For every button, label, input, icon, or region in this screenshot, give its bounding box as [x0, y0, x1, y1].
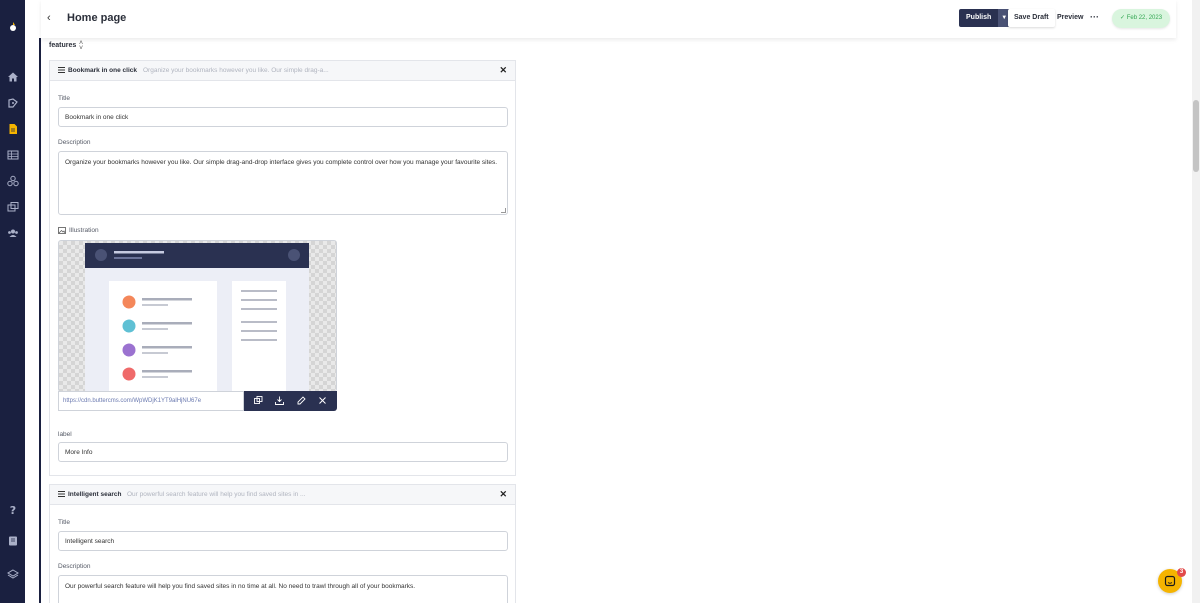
- image-icon: [58, 227, 66, 234]
- chevron-left-icon: ‹: [47, 12, 51, 24]
- title-label: Title: [58, 519, 71, 526]
- card-preview-text: Organize your bookmarks however you like…: [143, 67, 329, 74]
- media-icon[interactable]: [6, 200, 19, 213]
- pages-icon[interactable]: [6, 122, 19, 135]
- copy-icon[interactable]: [253, 395, 265, 407]
- stack-icon[interactable]: [6, 567, 19, 580]
- title-label: Title: [58, 95, 71, 102]
- section-indicator-line: [39, 38, 41, 603]
- svg-text:?: ?: [9, 504, 15, 516]
- edit-icon[interactable]: [295, 395, 307, 407]
- label-input[interactable]: More Info: [58, 442, 508, 462]
- card-preview-text: Our powerful search feature will help yo…: [127, 491, 306, 498]
- collections-icon[interactable]: [6, 148, 19, 161]
- scrollbar-thumb[interactable]: [1193, 100, 1199, 172]
- components-icon[interactable]: [6, 174, 19, 187]
- caret-down-icon: ▼: [1001, 15, 1008, 21]
- title-input[interactable]: Bookmark in one click: [58, 107, 508, 127]
- users-icon[interactable]: [6, 226, 19, 239]
- illustration-label: Illustration: [69, 227, 99, 234]
- description-textarea[interactable]: Organize your bookmarks however you like…: [58, 151, 508, 215]
- help-icon[interactable]: ?: [6, 503, 19, 516]
- home-icon[interactable]: [6, 70, 19, 83]
- description-label: Description: [58, 139, 91, 146]
- back-button[interactable]: ‹: [47, 12, 59, 24]
- illustration-image: [85, 243, 309, 391]
- page-title: Home page: [67, 12, 127, 24]
- status-badge: ✓ Feb 22, 2023: [1112, 9, 1171, 28]
- remove-card-button[interactable]: ✕: [499, 65, 507, 76]
- description-textarea[interactable]: Our powerful search feature will help yo…: [58, 575, 508, 603]
- label-field-label: label: [58, 431, 72, 438]
- more-options-button[interactable]: ···: [1090, 9, 1099, 27]
- scrollbar[interactable]: [1192, 0, 1200, 603]
- remove-card-button[interactable]: ✕: [499, 489, 507, 500]
- description-text: Our powerful search feature will help yo…: [65, 583, 416, 590]
- illustration-url[interactable]: https://cdn.buttercms.com/WpWDjK1YT9alHj…: [58, 391, 244, 411]
- chat-icon: [1164, 575, 1176, 587]
- publish-button[interactable]: Publish: [959, 9, 999, 27]
- publish-group: Publish ▼: [959, 9, 1011, 27]
- sort-icon[interactable]: ˄ ˅: [79, 40, 83, 52]
- drag-handle-icon[interactable]: [58, 67, 65, 73]
- download-icon[interactable]: [274, 396, 286, 407]
- card-header[interactable]: Intelligent search Our powerful search f…: [50, 485, 515, 505]
- description-label: Description: [58, 563, 91, 570]
- card-title: Bookmark in one click: [68, 67, 137, 74]
- preview-button[interactable]: Preview: [1057, 9, 1083, 27]
- check-icon: ✓: [1120, 15, 1126, 21]
- feature-card: Intelligent search Our powerful search f…: [49, 484, 516, 603]
- section-label: features: [49, 42, 77, 49]
- card-header[interactable]: Bookmark in one click Organize your book…: [50, 61, 515, 81]
- close-icon[interactable]: [316, 396, 328, 407]
- resize-handle[interactable]: [501, 208, 506, 213]
- title-input[interactable]: Intelligent search: [58, 531, 508, 551]
- notification-badge: 3: [1177, 568, 1186, 577]
- page-header: ‹ Home page Publish ▼ Save Draft Preview…: [41, 0, 1176, 38]
- image-toolbar: [244, 391, 337, 411]
- description-text: Organize your bookmarks however you like…: [65, 159, 498, 166]
- logo-icon[interactable]: [6, 20, 19, 33]
- drag-handle-icon[interactable]: [58, 491, 65, 497]
- blog-icon[interactable]: [6, 96, 19, 109]
- save-draft-button[interactable]: Save Draft: [1008, 9, 1055, 27]
- docs-icon[interactable]: [6, 534, 19, 547]
- feature-card: Bookmark in one click Organize your book…: [49, 60, 516, 476]
- illustration-preview[interactable]: [58, 240, 337, 392]
- left-nav: ?: [0, 0, 25, 603]
- status-date: Feb 22, 2023: [1126, 15, 1163, 21]
- content-gutter: [25, 0, 39, 603]
- card-title: Intelligent search: [68, 491, 122, 498]
